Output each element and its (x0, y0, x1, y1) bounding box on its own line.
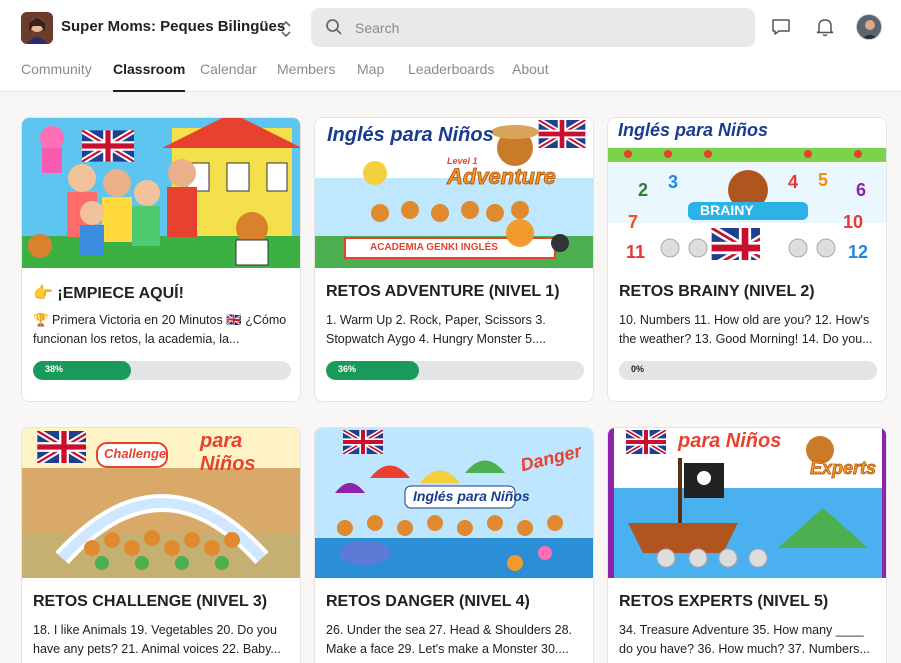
course-progress-bar: 36% (326, 361, 584, 380)
course-thumbnail: 23 45 67 10 11 12 Inglés para Niños BRAIN… (608, 118, 886, 268)
uk-flag-icon (34, 431, 86, 463)
course-title: RETOS DANGER (NIVEL 4) (326, 593, 530, 610)
tab-about[interactable]: About (512, 61, 549, 92)
thumbnail-title: Inglés para Niños (327, 124, 494, 146)
svg-text:6: 6 (856, 180, 866, 200)
svg-text:7: 7 (628, 212, 638, 232)
search-icon (325, 18, 343, 36)
course-description: 26. Under the sea 27. Head & Shoulders 2… (326, 623, 572, 656)
top-header: Super Moms: Peques Bilingües Community C… (0, 0, 901, 92)
search-input[interactable] (355, 8, 745, 47)
svg-text:10: 10 (843, 212, 863, 232)
thumbnail-title: para Niños (678, 430, 782, 452)
thumbnail-title: Inglés para Niños (413, 488, 530, 504)
uk-flag-icon (537, 120, 589, 152)
svg-text:5: 5 (818, 170, 828, 190)
course-description: 34. Treasure Adventure 35. How many ____… (619, 623, 870, 656)
svg-text:3: 3 (668, 172, 678, 192)
thumbnail-title: Inglés para Niños (618, 120, 769, 140)
progress-label: 36% (338, 364, 357, 374)
course-progress-bar: 38% (33, 361, 291, 380)
svg-text:11: 11 (626, 242, 645, 262)
thumbnail-subtitle: Experts (810, 458, 877, 479)
course-title: RETOS EXPERTS (NIVEL 5) (619, 593, 829, 610)
uk-flag-icon (626, 430, 678, 462)
course-card-challenge[interactable]: para Niños Challenge RETOS CHALLENGE (NI… (21, 427, 301, 663)
course-description: 18. I like Animals 19. Vegetables 20. Do… (33, 623, 281, 656)
course-description: 🏆 Primera Victoria en 20 Minutos 🇬🇧 ¿Cóm… (33, 313, 287, 346)
nav-tabs: Community Classroom Calendar Members Map… (0, 60, 901, 92)
course-description: 1. Warm Up 2. Rock, Paper, Scissors 3. S… (326, 313, 547, 346)
chat-icon[interactable] (770, 16, 792, 38)
progress-label: 0% (631, 364, 645, 374)
course-thumbnail: Inglés para Niños Danger (315, 428, 593, 578)
tab-community[interactable]: Community (21, 61, 92, 92)
search-bar[interactable] (311, 8, 755, 47)
group-avatar[interactable] (21, 12, 53, 44)
course-title: 👉 ¡EMPIECE AQUÍ! (33, 285, 184, 302)
uk-flag-icon (82, 130, 134, 162)
progress-label: 38% (45, 364, 64, 374)
course-description: 10. Numbers 11. How old are you? 12. How… (619, 313, 873, 346)
tab-members[interactable]: Members (277, 61, 335, 92)
svg-text:4: 4 (788, 172, 798, 192)
group-name[interactable]: Super Moms: Peques Bilingües (61, 18, 285, 35)
tab-map[interactable]: Map (357, 61, 384, 92)
thumbnail-banner: ACADEMIA GENKI INGLÉS (370, 242, 498, 253)
tab-classroom[interactable]: Classroom (113, 61, 186, 92)
thumbnail-subtitle: Challenge (104, 446, 167, 461)
user-avatar[interactable] (856, 14, 882, 40)
course-card-experts[interactable]: para Niños Experts RETOS EXPERTS (NIVEL … (607, 427, 887, 663)
svg-text:2: 2 (638, 180, 648, 200)
course-card-empiece[interactable]: 👉 ¡EMPIECE AQUÍ! 🏆 Primera Victoria en 2… (21, 117, 301, 402)
thumbnail-subtitle: Adventure (447, 164, 557, 190)
thumbnail-title: para Niños (200, 430, 256, 475)
course-title: RETOS BRAINY (NIVEL 2) (619, 283, 815, 300)
course-thumbnail: para Niños Experts (608, 428, 886, 578)
course-thumbnail: para Niños Challenge (22, 428, 300, 578)
course-card-danger[interactable]: Inglés para Niños Danger RETOS DANGER (N… (314, 427, 594, 663)
course-card-brainy[interactable]: 23 45 67 10 11 12 Inglés para Niños BRAIN… (607, 117, 887, 402)
tab-calendar[interactable]: Calendar (200, 61, 257, 92)
bell-icon[interactable] (814, 16, 836, 38)
course-progress-bar: 0% (619, 361, 877, 380)
tab-leaderboards[interactable]: Leaderboards (408, 61, 494, 92)
course-title: RETOS ADVENTURE (NIVEL 1) (326, 283, 560, 300)
unfold-icon[interactable] (278, 18, 294, 40)
thumbnail-subtitle: BRAINY (700, 202, 754, 218)
course-thumbnail (22, 118, 300, 268)
course-thumbnail: Inglés para Niños Level 1 Adventure ACAD… (315, 118, 593, 268)
uk-flag-icon (708, 228, 760, 260)
uk-flag-icon (343, 430, 395, 462)
course-card-adventure[interactable]: Inglés para Niños Level 1 Adventure ACAD… (314, 117, 594, 402)
svg-text:12: 12 (848, 242, 868, 262)
course-title: RETOS CHALLENGE (NIVEL 3) (33, 593, 268, 610)
